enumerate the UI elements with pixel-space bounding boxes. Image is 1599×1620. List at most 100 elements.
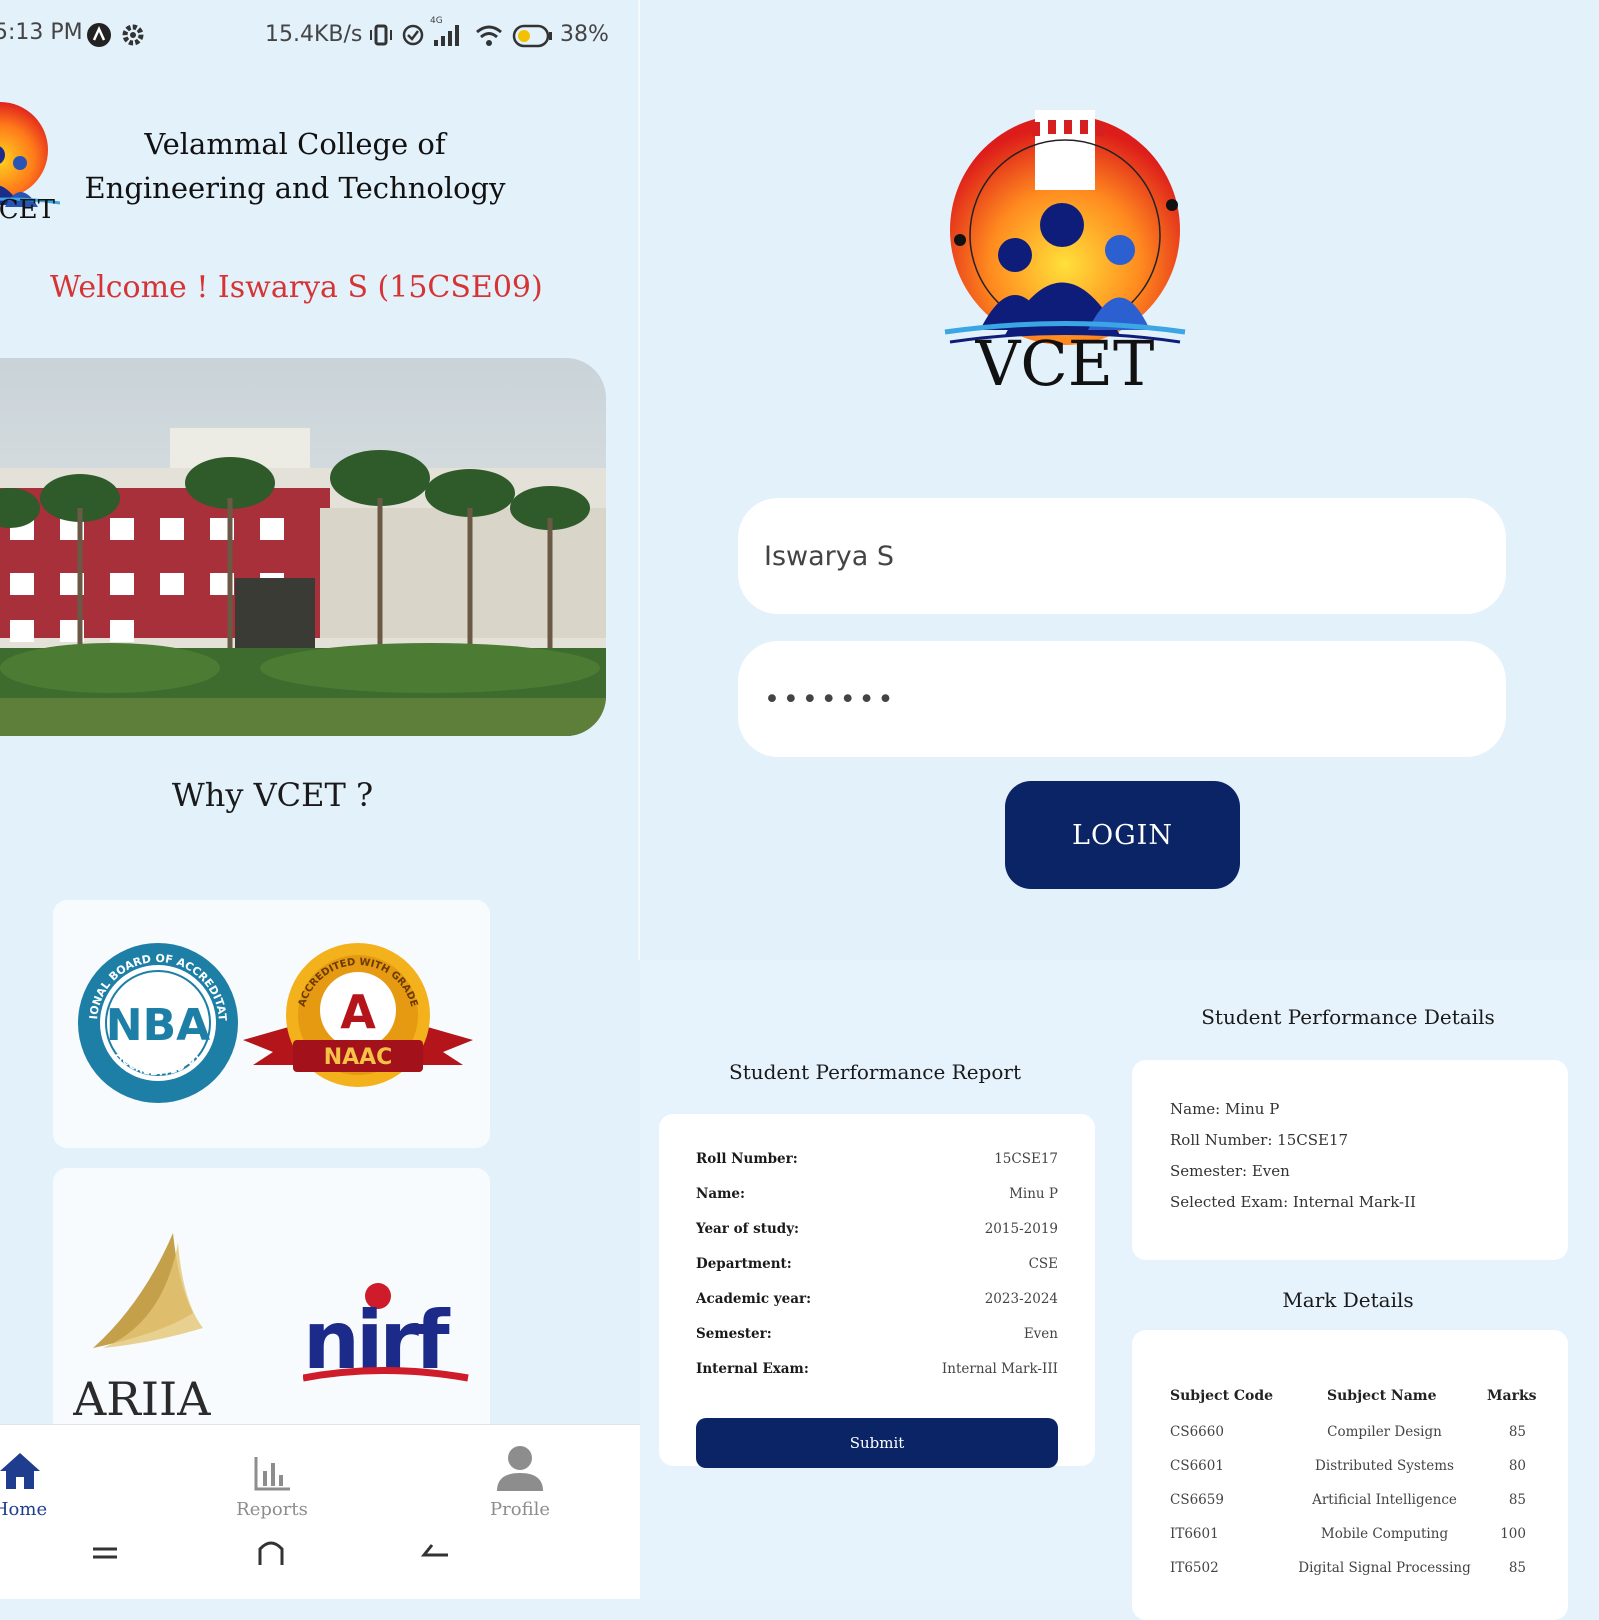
naac-badge: ACCREDITED WITH GRADE A NAAC [243,940,483,1104]
college-logo: VCET [0,95,61,225]
row-value[interactable]: 15CSE17 [994,1151,1058,1167]
row-key: Academic year: [696,1291,812,1307]
accreditation-card: NATIONAL BOARD OF ACCREDITATION ACCREDIT… [53,900,490,1148]
settings-gear-icon [120,22,146,54]
cell-name: Digital Signal Processing [1298,1560,1471,1576]
why-vcet-heading: Why VCET ? [171,776,374,814]
report-title: Student Performance Report [729,1060,1021,1084]
user-icon [450,1443,590,1493]
vcet-logo: VCET [940,110,1190,400]
details-screen: Student Performance Details Name: Minu P… [1110,960,1599,1620]
ranking-card: ARIIA nirf [53,1168,490,1438]
detail-name: Name: Minu P [1170,1100,1280,1118]
ariia-text: ARIIA [73,1372,211,1423]
login-button[interactable]: LOGIN [1005,781,1240,889]
nav-profile-label: Profile [490,1499,550,1520]
cell-marks: 80 [1508,1458,1526,1474]
nirf-logo: nirf [302,1278,483,1402]
nav-home-label: Home [0,1499,48,1520]
status-time: 5:13 PM [0,20,83,45]
col-header-code: Subject Code [1170,1388,1274,1404]
row-key: Year of study: [696,1221,800,1237]
bar-chart-icon [202,1443,342,1493]
vcet-logo-text: VCET [975,327,1155,390]
col-header-name: Subject Name [1327,1388,1437,1404]
login-screen: VCET Iswarya S ••••••• LOGIN [640,0,1599,960]
campus-image [0,358,606,736]
report-row-name: Name: Minu P [696,1186,1058,1202]
row-value[interactable]: Minu P [1009,1186,1058,1202]
row-key: Department: [696,1256,792,1272]
row-value[interactable]: CSE [1029,1256,1058,1272]
cell-marks: 100 [1500,1526,1526,1542]
status-bar: 5:13 PM 15.4KB/s 4G 38% [0,0,640,70]
username-input[interactable]: Iswarya S [738,498,1506,614]
cell-marks: 85 [1508,1560,1526,1576]
wifi-icon [474,22,504,54]
nav-profile[interactable]: Profile [450,1443,590,1520]
cell-code: CS6659 [1170,1492,1224,1508]
report-row-year: Year of study: 2015-2019 [696,1221,1058,1237]
detail-roll: Roll Number: 15CSE17 [1170,1131,1349,1149]
signal-icon [432,22,462,54]
cell-code: CS6601 [1170,1458,1224,1474]
mark-details-title: Mark Details [1282,1288,1414,1312]
app-notification-icon [86,22,112,54]
row-value[interactable]: 2015-2019 [985,1221,1058,1237]
cell-marks: 85 [1508,1492,1526,1508]
home-icon [0,1443,90,1493]
nav-home[interactable]: Home [0,1443,90,1520]
report-row-academic-year: Academic year: 2023-2024 [696,1291,1058,1307]
cell-code: IT6601 [1170,1526,1219,1542]
report-row-department: Department: CSE [696,1256,1058,1272]
report-form-card: Roll Number: 15CSE17 Name: Minu P Year of … [659,1114,1095,1468]
vibrate-icon [368,22,394,54]
data-saver-icon [400,22,426,54]
report-screen: Student Performance Report Roll Number: 1… [640,960,1110,1599]
cell-name: Mobile Computing [1320,1526,1449,1542]
cell-name: Distributed Systems [1315,1458,1454,1474]
nav-reports[interactable]: Reports [202,1443,342,1520]
naac-ribbon-text: NAAC [324,1045,393,1070]
logo-text: VCET [0,195,56,220]
row-key: Internal Exam: [696,1361,809,1377]
col-header-marks: Marks [1487,1388,1537,1404]
mark-table: Subject Code Subject Name Marks CS6660 C… [1132,1330,1568,1620]
cell-marks: 85 [1508,1424,1526,1440]
home-gesture-icon[interactable] [255,1535,287,1571]
row-key: Name: [696,1186,745,1202]
status-battery: 38% [560,22,609,47]
cell-name: Artificial Intelligence [1312,1492,1457,1508]
status-net-speed: 15.4KB/s [265,22,363,47]
row-key: Roll Number: [696,1151,798,1167]
password-input[interactable]: ••••••• [738,641,1506,757]
cell-name: Compiler Design [1327,1424,1442,1440]
detail-exam: Selected Exam: Internal Mark-II [1170,1193,1416,1211]
bottom-navigation: Home Reports Profile [0,1424,640,1599]
cell-code: CS6660 [1170,1424,1224,1440]
nba-badge: NATIONAL BOARD OF ACCREDITATION ACCREDIT… [70,930,241,1110]
row-value[interactable]: Internal Mark-III [942,1361,1058,1377]
details-title: Student Performance Details [1201,1005,1495,1029]
naac-grade: A [340,985,376,1039]
college-name: Velammal College of Engineering and Tech… [84,127,506,205]
ariia-logo: ARIIA [72,1223,233,1427]
submit-button[interactable]: Submit [696,1418,1058,1468]
nba-mark: NBA [106,1000,210,1051]
report-row-internal-exam: Internal Exam: Internal Mark-III [696,1361,1058,1377]
student-info-card: Name: Minu P Roll Number: 15CSE17 Semest… [1132,1060,1568,1260]
home-screen: 5:13 PM 15.4KB/s 4G 38% CET Velammal Col… [0,0,640,1599]
menu-icon[interactable] [90,1541,120,1569]
welcome-message: Welcome ! Iswarya S (15CSE09) [50,270,543,305]
detail-semester: Semester: Even [1170,1162,1290,1180]
back-icon[interactable] [420,1541,452,1569]
battery-icon [512,24,554,54]
cell-code: IT6502 [1170,1560,1219,1576]
report-row-roll: Roll Number: 15CSE17 [696,1151,1058,1167]
nav-reports-label: Reports [236,1499,308,1520]
row-key: Semester: [696,1326,772,1342]
report-row-semester: Semester: Even [696,1326,1058,1342]
system-navigation [0,1535,640,1575]
row-value[interactable]: Even [1024,1326,1058,1342]
row-value[interactable]: 2023-2024 [985,1291,1058,1307]
